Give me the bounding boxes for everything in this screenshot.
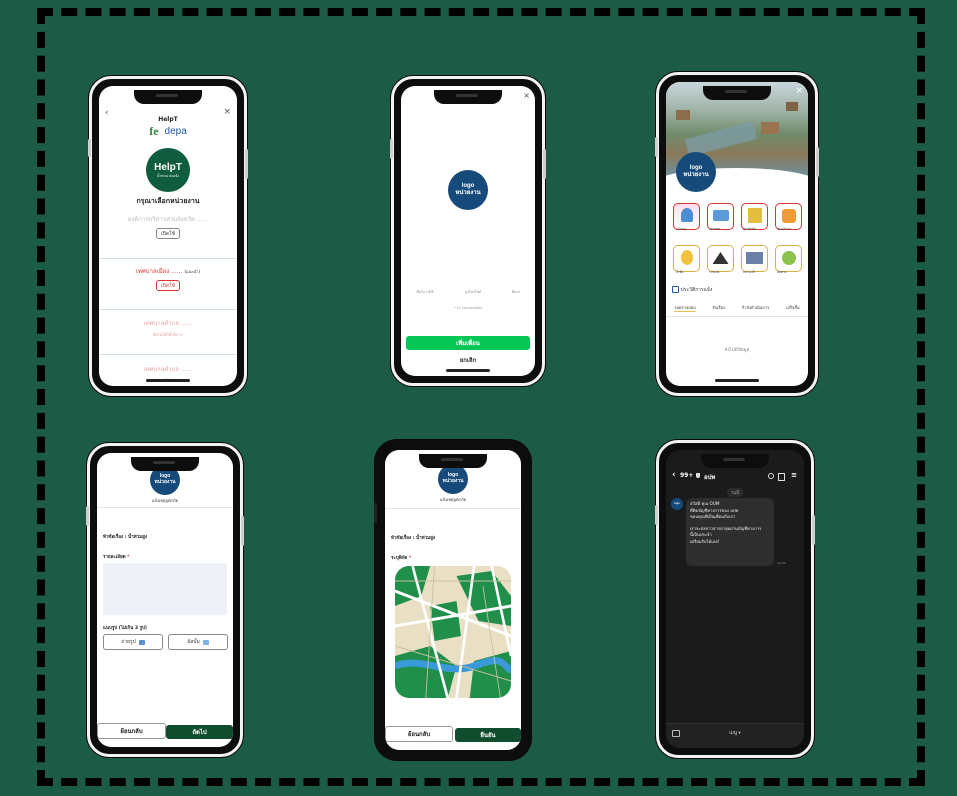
permission-item: ชื่อใน LINE [416, 290, 434, 294]
agency-logo: logo หน่วยงาน [438, 464, 468, 494]
location-label: ระบุพิกัด [391, 556, 408, 561]
service-donation-tile[interactable] [775, 203, 802, 230]
phone-org-select: ‹ HelpT × fe depa HelpT น้ำท่วม ส่งแจ้ง … [88, 76, 248, 396]
org-note: ยังไม่ได้ให้บริการ [153, 332, 183, 337]
tab-received[interactable]: รับเรื่อง [712, 304, 725, 312]
org-open-button[interactable]: เปิดใช้ [156, 228, 180, 239]
message-time: 10:00 [777, 561, 786, 565]
next-button[interactable]: ถัดไป [166, 725, 233, 739]
rich-menu-toggle[interactable]: เมนู ▾ [729, 729, 740, 736]
back-button[interactable]: ย้อนกลับ [385, 726, 453, 742]
depa-logo: depa [164, 126, 187, 137]
menu-icon[interactable]: ≡ [791, 471, 797, 479]
service-evacuation-tile[interactable] [707, 203, 734, 230]
attach-label: แนบรูป (ไม่เกิน 3 รูป) [103, 626, 147, 631]
service-shelter-tile[interactable] [741, 203, 768, 230]
service-transport-tile[interactable] [707, 245, 734, 272]
recommend-tag: (แนะนำ) [184, 269, 201, 274]
close-icon[interactable]: × [795, 86, 803, 96]
tab-done[interactable]: เสร็จสิ้น [786, 304, 799, 312]
camera-button[interactable]: ถ่ายรูป [103, 634, 163, 650]
location-map[interactable] [395, 566, 511, 698]
phone-line-chat: ‹ 99+ อปท ≡ วันนี้ logo สวัสดี คุณ OUM ท… [655, 440, 815, 758]
close-icon[interactable]: × [223, 107, 231, 117]
screen: × logo หน่วยงาน แจ้งเหตุ จุดอพยพ ศูนย์พั… [666, 82, 808, 386]
note-icon[interactable] [778, 473, 785, 481]
cancel-button[interactable]: ยกเลิก [406, 354, 530, 366]
tab-pending[interactable]: รอตรวจสอบ [674, 304, 696, 312]
service-water-level-tile[interactable] [741, 245, 768, 272]
agency-logo: logo หน่วยงาน [448, 170, 488, 210]
history-icon [672, 286, 679, 293]
form-subtitle: แจ้งเหตุอุทกภัย [440, 497, 466, 502]
org-name: เทศบาลตำบล ...... [143, 366, 193, 373]
topic-label: หัวข้อเรื่อง : น้ำท่วมสูง [103, 535, 148, 540]
back-icon[interactable]: ‹ [672, 470, 676, 480]
org-heading: กรุณาเลือกหน่วยงาน [136, 197, 200, 205]
helpt-logo: HelpT น้ำท่วม ส่งแจ้ง [146, 148, 190, 192]
chat-name: อปท [704, 474, 716, 481]
date-chip: วันนี้ [727, 488, 743, 497]
screen: × logo หน่วยงาน ชื่อใน LINE รูปโปรไฟล์ อ… [401, 86, 535, 376]
back-icon[interactable]: ‹ [105, 108, 109, 118]
fe-logo: fe [149, 124, 159, 138]
phone-location-form: logo หน่วยงาน แจ้งเหตุอุทกภัย หัวข้อเรื่… [374, 440, 531, 760]
submit-button[interactable]: ยืนยัน [455, 728, 521, 742]
add-friend-button[interactable]: เพิ่มเพื่อน [406, 336, 530, 350]
screen: ‹ 99+ อปท ≡ วันนี้ logo สวัสดี คุณ OUM ท… [666, 450, 804, 748]
form-subtitle: แจ้งเหตุอุทกภัย [152, 498, 178, 503]
message-bubble: สวัสดี คุณ OUM ที่ติดบัญชีทางการของ อปท … [686, 498, 774, 566]
phone-report-form: logo หน่วยงาน แจ้งเหตุอุทกภัย หัวข้อเรื่… [86, 443, 244, 757]
keyboard-icon[interactable] [672, 730, 680, 737]
tab-in-progress[interactable]: กำลังดำเนินการ [742, 304, 770, 312]
camera-icon [138, 639, 145, 645]
permission-item: รูปโปรไฟล์ [464, 290, 482, 294]
close-icon[interactable]: × [523, 91, 530, 100]
back-button[interactable]: ย้อนกลับ [97, 723, 166, 739]
gallery-button[interactable]: อัลบั้ม [168, 634, 228, 650]
screen: logo หน่วยงาน แจ้งเหตุอุทกภัย หัวข้อเรื่… [97, 453, 233, 747]
history-label: ประวัติการแจ้ง [680, 287, 713, 293]
page-title: HelpT [158, 116, 178, 123]
service-track-tile[interactable] [775, 245, 802, 272]
service-water-tile[interactable] [673, 245, 700, 272]
topic-label: หัวข้อเรื่อง : น้ำท่วมสูง [391, 536, 436, 541]
org-open-button[interactable]: เปิดใช้ [156, 280, 180, 291]
detail-label: รายละเอียด [103, 555, 126, 560]
shield-icon [696, 473, 700, 478]
service-report-tile[interactable] [673, 203, 700, 230]
org-name: เทศบาลเมือง ...... [135, 268, 183, 275]
screen: logo หน่วยงาน แจ้งเหตุอุทกภัย หัวข้อเรื่… [385, 450, 521, 750]
company-label: • LY Corporation [453, 306, 483, 310]
phone-line-consent: × logo หน่วยงาน ชื่อใน LINE รูปโปรไฟล์ อ… [390, 76, 546, 386]
unread-count: 99+ [680, 472, 694, 479]
permission-item: อีเมล [511, 290, 520, 294]
phone-services-menu: × logo หน่วยงาน แจ้งเหตุ จุดอพยพ ศูนย์พั… [655, 72, 819, 396]
org-name: องค์การบริหารส่วนจังหวัด ...... [127, 216, 209, 223]
empty-state: ยังไม่มีข้อมูล [724, 348, 750, 353]
agency-logo: logo หน่วยงาน [676, 152, 716, 192]
detail-textarea[interactable] [103, 563, 227, 615]
search-icon[interactable] [768, 473, 774, 479]
chat-avatar: logo [671, 498, 683, 510]
screen: ‹ HelpT × fe depa HelpT น้ำท่วม ส่งแจ้ง … [99, 86, 237, 386]
image-icon [202, 639, 209, 645]
org-name: เทศบาลตำบล ...... [143, 320, 193, 327]
